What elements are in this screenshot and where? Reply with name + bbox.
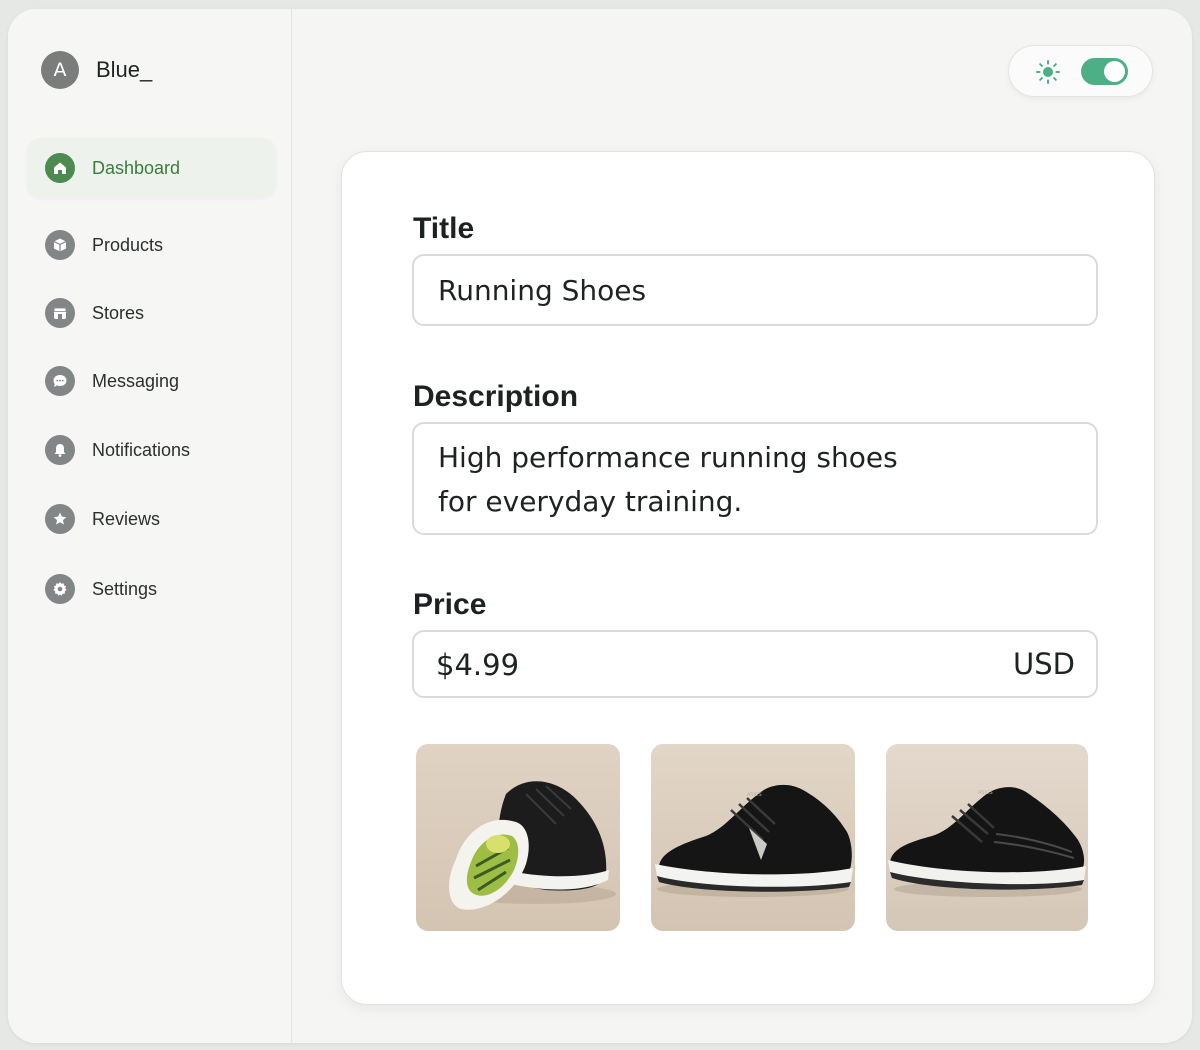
sidebar-item-messaging[interactable]: Messaging <box>27 351 276 411</box>
description-textarea[interactable]: High performance running shoes for every… <box>412 422 1098 535</box>
sun-icon[interactable] <box>1035 59 1061 85</box>
price-value: $4.99 <box>436 648 520 682</box>
description-line: High performance running shoes <box>438 441 898 474</box>
svg-text:ASICS: ASICS <box>747 792 762 798</box>
username: Blue_ <box>96 57 153 82</box>
title-input[interactable]: Running Shoes <box>412 254 1098 326</box>
bell-icon <box>45 435 75 465</box>
sidebar-item-label: Products <box>92 234 164 255</box>
theme-switch <box>1008 45 1153 97</box>
shoe-image-angle[interactable]: ASICS <box>886 744 1088 931</box>
avatar[interactable]: A <box>41 51 79 89</box>
sidebar-item-reviews[interactable]: Reviews <box>27 489 276 549</box>
toggle-knob <box>1104 61 1125 82</box>
svg-text:ASICS: ASICS <box>978 790 993 796</box>
currency-label[interactable]: USD <box>1013 647 1075 681</box>
sidebar-item-label: Dashboard <box>92 157 181 178</box>
sidebar-item-products[interactable]: Products <box>27 215 276 275</box>
home-icon <box>45 153 75 183</box>
sidebar-item-label: Notifications <box>92 439 191 460</box>
title-label: Title <box>413 212 475 245</box>
shoe-image-sole[interactable] <box>416 744 620 931</box>
sidebar-item-label: Settings <box>92 578 158 599</box>
sidebar-item-stores[interactable]: Stores <box>27 283 276 343</box>
title-value: Running Shoes <box>438 274 647 307</box>
app-window: A Blue_ Dashboard Products Stores Messag… <box>8 9 1192 1043</box>
sidebar: A Blue_ Dashboard Products Stores Messag… <box>8 9 292 1043</box>
theme-toggle[interactable] <box>1081 58 1128 85</box>
product-form-card: Title Running Shoes Description High per… <box>341 151 1155 1005</box>
price-label: Price <box>413 588 487 621</box>
sidebar-item-label: Messaging <box>92 370 180 391</box>
star-icon <box>45 504 75 534</box>
chat-icon <box>45 366 75 396</box>
user-profile[interactable]: A Blue_ <box>41 51 152 89</box>
description-line: for everyday training. <box>438 485 743 518</box>
description-label: Description <box>413 380 579 413</box>
gear-icon <box>45 574 75 604</box>
sidebar-item-notifications[interactable]: Notifications <box>27 420 276 480</box>
sidebar-item-label: Reviews <box>92 508 161 529</box>
sidebar-item-dashboard[interactable]: Dashboard <box>27 138 276 198</box>
store-icon <box>45 298 75 328</box>
sidebar-item-label: Stores <box>92 302 145 323</box>
shoe-image-side[interactable]: ASICS <box>651 744 855 931</box>
price-input[interactable]: $4.99 USD <box>412 630 1098 698</box>
sidebar-item-settings[interactable]: Settings <box>27 559 276 619</box>
box-icon <box>45 230 75 260</box>
